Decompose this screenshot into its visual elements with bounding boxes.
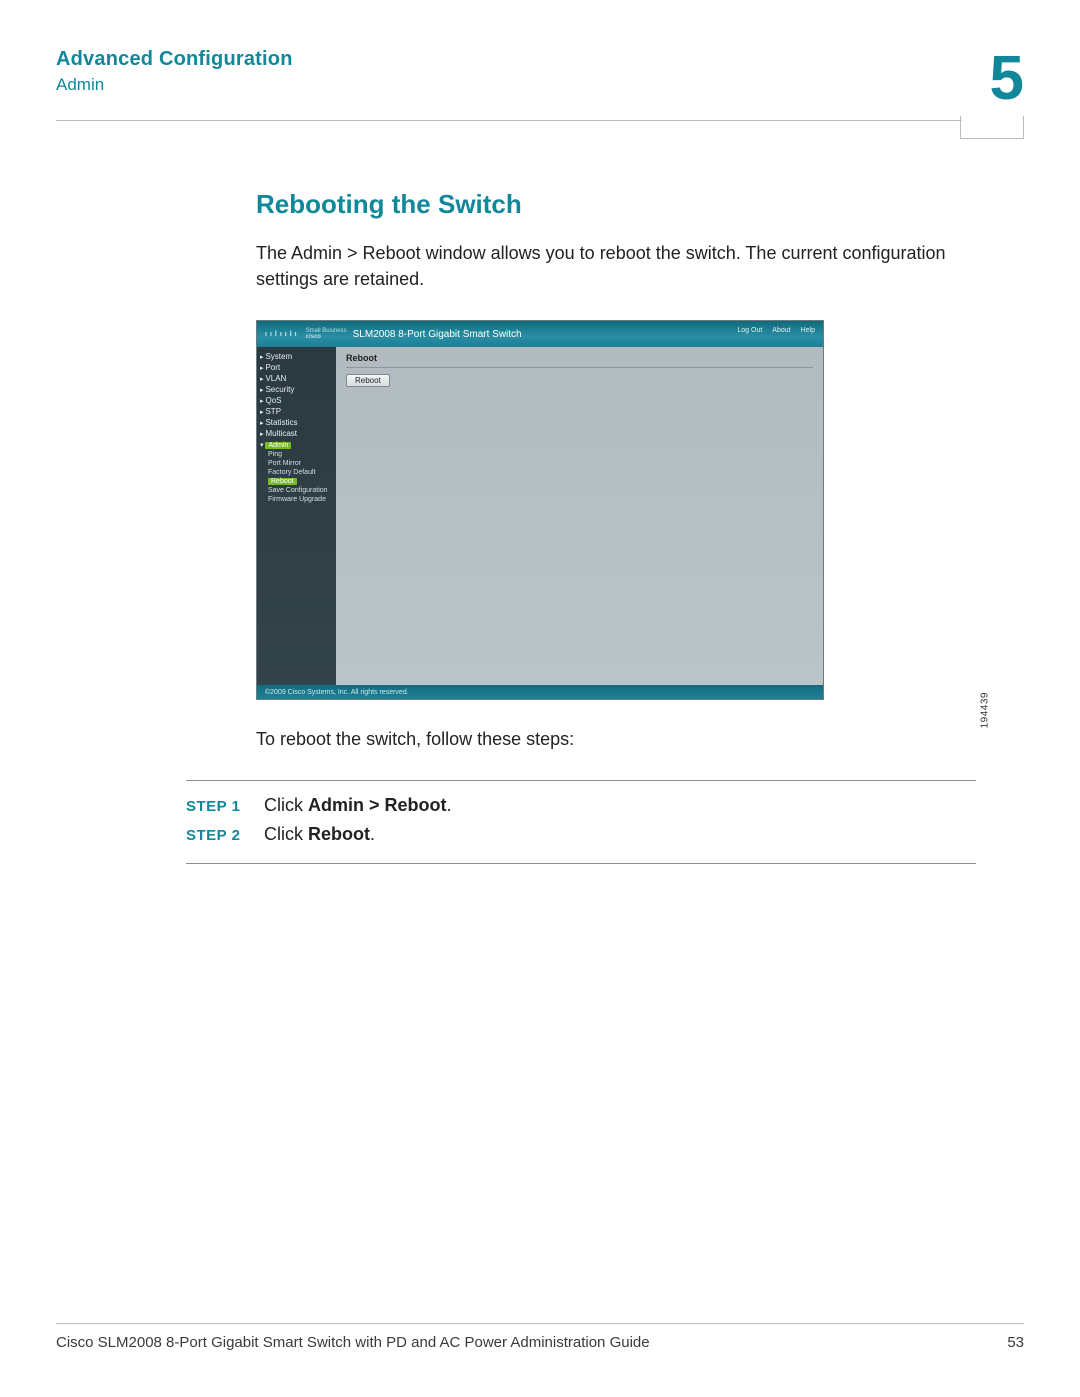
nav-item[interactable]: Security [260,384,333,395]
cisco-logo: ıılıılı [265,331,300,338]
app-header: ıılıılı Small Business cisco SLM2008 8-P… [257,321,823,347]
main-panel: Reboot Reboot [336,347,823,685]
nav-item-admin[interactable]: Admin [260,439,333,450]
doc-title-footer: Cisco SLM2008 8-Port Gigabit Smart Switc… [56,1334,650,1351]
nav-item[interactable]: QoS [260,395,333,406]
section-intro: The Admin > Reboot window allows you to … [256,240,976,292]
chapter-number: 5 [960,48,1024,110]
nav-sub-item-reboot[interactable]: Reboot [260,477,333,486]
logout-link[interactable]: Log Out [737,327,762,334]
panel-title: Reboot [346,353,813,368]
steps-rule-bottom [186,863,976,864]
steps-rule-top [186,780,976,781]
nav-item[interactable]: VLAN [260,373,333,384]
step-row: STEP 2 Click Reboot. [186,824,976,845]
step-text: Click Admin > Reboot. [264,795,452,816]
nav-sub-item[interactable]: Ping [260,450,333,459]
embedded-screenshot: ıılıılı Small Business cisco SLM2008 8-P… [256,320,824,700]
breadcrumb: Admin [56,75,293,95]
step-text: Click Reboot. [264,824,375,845]
nav-item[interactable]: Port [260,362,333,373]
brand-logo-text: cisco [306,334,347,340]
nav-item[interactable]: Statistics [260,417,333,428]
product-name: SLM2008 8-Port Gigabit Smart Switch [353,329,522,340]
chapter-number-box [960,116,1024,139]
nav-item[interactable]: Multicast [260,428,333,439]
app-footer: ©2009 Cisco Systems, Inc. All rights res… [257,685,823,699]
nav-item[interactable]: STP [260,406,333,417]
nav-sub-item[interactable]: Factory Default [260,468,333,477]
reboot-button[interactable]: Reboot [346,374,390,387]
section-title: Rebooting the Switch [256,189,976,220]
nav-item[interactable]: System [260,351,333,362]
step-label: STEP 2 [186,827,264,844]
step-label: STEP 1 [186,798,264,815]
post-image-text: To reboot the switch, follow these steps… [256,726,976,752]
figure-id: 194439 [979,692,990,728]
header-rule [56,120,962,121]
nav-sub-item[interactable]: Port Mirror [260,459,333,468]
steps-block: STEP 1 Click Admin > Reboot. STEP 2 Clic… [186,780,976,864]
nav-sub-item[interactable]: Firmware Upgrade [260,495,333,504]
about-link[interactable]: About [772,327,790,334]
chapter-title: Advanced Configuration [56,48,293,71]
step-row: STEP 1 Click Admin > Reboot. [186,795,976,816]
sidebar-nav: System Port VLAN Security QoS STP Statis… [257,347,336,685]
help-link[interactable]: Help [801,327,815,334]
page-number: 53 [1007,1334,1024,1351]
nav-sub-item[interactable]: Save Configuration [260,486,333,495]
